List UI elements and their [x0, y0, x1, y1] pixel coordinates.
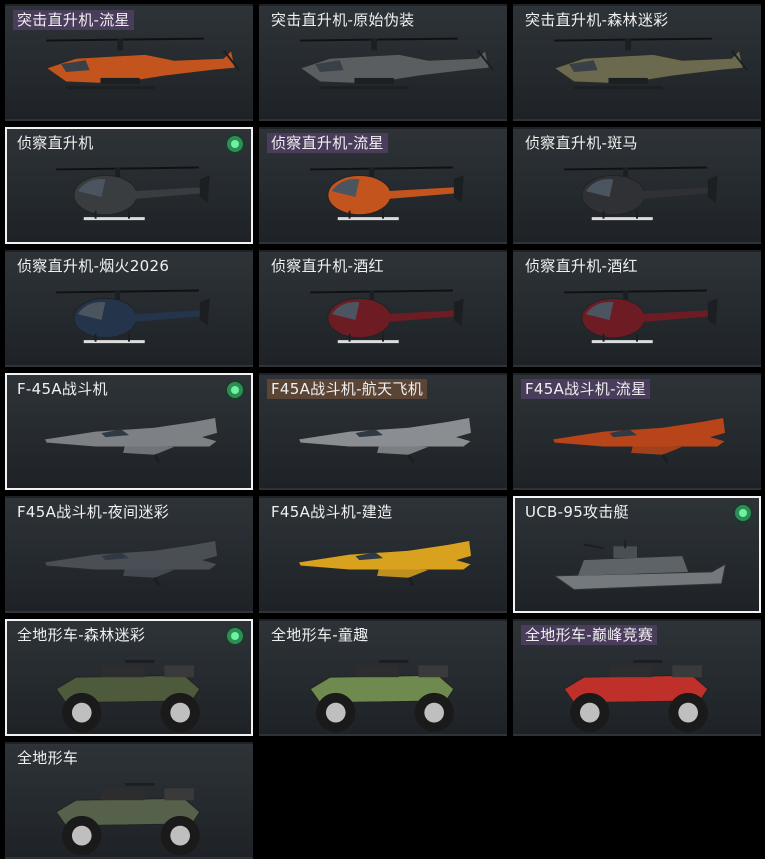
scout-helicopter-image — [515, 274, 759, 365]
vehicle-skin-label: 全地形车-童趣 — [271, 626, 369, 644]
vehicle-skin-card[interactable]: F-45A战斗机 — [5, 373, 253, 490]
attack-helicopter-image — [261, 28, 505, 119]
vehicle-skin-card[interactable]: 全地形车-森林迷彩 — [5, 619, 253, 736]
vehicle-skin-label: F45A战斗机-建造 — [271, 503, 393, 521]
vehicle-skin-label: 侦察直升机-流星 — [267, 133, 388, 153]
scout-helicopter-image — [515, 151, 759, 242]
scout-helicopter-image — [261, 274, 505, 365]
vehicle-skin-card[interactable]: F45A战斗机-流星 — [513, 373, 761, 490]
vehicle-skin-card[interactable]: 侦察直升机-流星 — [259, 127, 507, 244]
vehicle-skin-label: 侦察直升机-酒红 — [271, 257, 384, 275]
vehicle-skin-label: F45A战斗机-流星 — [521, 379, 651, 399]
vehicle-skin-grid: 突击直升机-流星 突击直升机-原始伪装 突击直升机-森林迷彩 侦察直升机 侦察直… — [5, 4, 761, 859]
equipped-indicator-icon — [227, 628, 243, 644]
equipped-indicator-icon — [735, 505, 751, 521]
scout-helicopter-image — [7, 274, 251, 365]
vehicle-skin-card[interactable]: 侦察直升机 — [5, 127, 253, 244]
vehicle-skin-label: UCB-95攻击艇 — [525, 503, 629, 521]
vehicle-skin-label: 全地形车-巅峰竞赛 — [521, 625, 658, 645]
vehicle-skin-label: F-45A战斗机 — [17, 380, 108, 398]
scout-helicopter-image — [7, 151, 251, 242]
vehicle-skin-label: F45A战斗机-夜间迷彩 — [17, 503, 169, 521]
vehicle-skin-card[interactable]: 侦察直升机-烟火2026 — [5, 250, 253, 367]
vehicle-skin-card[interactable]: 侦察直升机-酒红 — [513, 250, 761, 367]
vehicle-skin-card[interactable]: F45A战斗机-建造 — [259, 496, 507, 613]
vehicle-skin-card[interactable]: F45A战斗机-夜间迷彩 — [5, 496, 253, 613]
vehicle-skin-card[interactable]: 突击直升机-森林迷彩 — [513, 4, 761, 121]
vehicle-skin-card[interactable]: 突击直升机-原始伪装 — [259, 4, 507, 121]
fighter-jet-image — [261, 397, 505, 488]
vehicle-skin-label: 侦察直升机-斑马 — [525, 134, 638, 152]
atv-image — [7, 766, 251, 857]
attack-helicopter-image — [7, 28, 251, 119]
vehicle-skin-card[interactable]: 全地形车-童趣 — [259, 619, 507, 736]
vehicle-skin-label: 全地形车 — [17, 749, 79, 767]
vehicle-skin-label: 突击直升机-森林迷彩 — [525, 11, 669, 29]
atv-image — [7, 643, 251, 734]
fighter-jet-image — [515, 397, 759, 488]
vehicle-skin-label: 侦察直升机-酒红 — [525, 257, 638, 275]
vehicle-skin-card[interactable]: UCB-95攻击艇 — [513, 496, 761, 613]
atv-image — [515, 643, 759, 734]
fighter-jet-image — [7, 397, 251, 488]
vehicle-skin-label: 突击直升机-原始伪装 — [271, 11, 415, 29]
vehicle-skin-card[interactable]: 全地形车 — [5, 742, 253, 859]
vehicle-skin-card[interactable]: F45A战斗机-航天飞机 — [259, 373, 507, 490]
fighter-jet-image — [261, 520, 505, 611]
vehicle-skin-card[interactable]: 突击直升机-流星 — [5, 4, 253, 121]
vehicle-skin-label: F45A战斗机-航天飞机 — [267, 379, 427, 399]
vehicle-skin-label: 侦察直升机 — [17, 134, 94, 152]
vehicle-skin-card[interactable]: 侦察直升机-酒红 — [259, 250, 507, 367]
equipped-indicator-icon — [227, 382, 243, 398]
vehicle-skin-label: 全地形车-森林迷彩 — [17, 626, 146, 644]
vehicle-skin-card[interactable]: 全地形车-巅峰竞赛 — [513, 619, 761, 736]
fighter-jet-image — [7, 520, 251, 611]
atv-image — [261, 643, 505, 734]
attack-boat-image — [515, 520, 759, 611]
vehicle-skin-label: 突击直升机-流星 — [13, 10, 134, 30]
scout-helicopter-image — [261, 151, 505, 242]
attack-helicopter-image — [515, 28, 759, 119]
equipped-indicator-icon — [227, 136, 243, 152]
vehicle-skin-card[interactable]: 侦察直升机-斑马 — [513, 127, 761, 244]
vehicle-skin-label: 侦察直升机-烟火2026 — [17, 257, 170, 275]
